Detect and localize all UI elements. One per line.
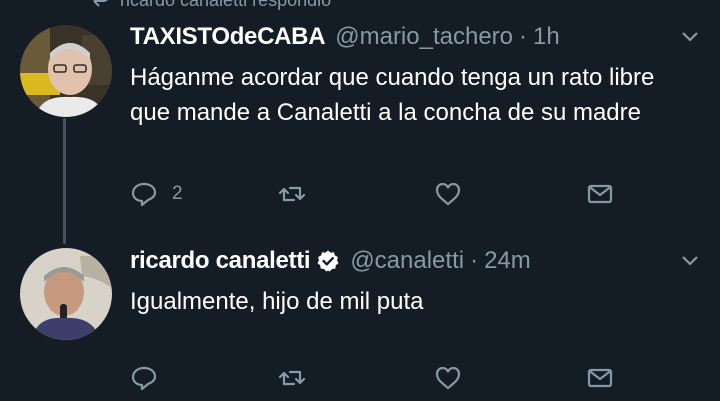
like-icon	[435, 182, 461, 206]
reply-icon	[131, 366, 157, 391]
thread-line	[63, 118, 66, 244]
retweet-icon	[278, 370, 306, 386]
display-name[interactable]: TAXISTOdeCABA	[130, 23, 326, 51]
timestamp[interactable]: 1h	[533, 23, 560, 51]
chevron-down-icon[interactable]	[680, 254, 700, 268]
avatar[interactable]	[20, 25, 112, 117]
reply-context-icon	[93, 0, 108, 7]
reply-context-text: ricardo canaletti respondió	[120, 0, 331, 11]
like-icon	[435, 366, 461, 390]
handle[interactable]: @canaletti	[350, 247, 464, 275]
retweet-button[interactable]	[278, 364, 306, 392]
message-button[interactable]	[586, 180, 614, 208]
verified-badge-icon	[317, 250, 339, 272]
tweet-header: TAXISTOdeCABA @mario_tachero · 1h	[130, 22, 560, 52]
separator: ·	[519, 23, 528, 50]
reply-context: ricardo canaletti respondió	[92, 0, 331, 10]
message-icon	[587, 184, 613, 204]
like-button[interactable]	[434, 364, 462, 392]
separator: ·	[470, 247, 479, 274]
tweet-text: Háganme acordar que cuando tenga un rato…	[130, 64, 655, 126]
reply-count: 2	[172, 183, 183, 204]
retweet-icon	[278, 186, 306, 202]
tweet-text: Igualmente, hijo de mil puta	[130, 288, 424, 315]
message-icon	[587, 368, 613, 388]
retweet-button[interactable]	[278, 180, 306, 208]
chevron-down-icon[interactable]	[680, 30, 700, 44]
timestamp[interactable]: 24m	[484, 247, 531, 275]
avatar[interactable]	[20, 248, 112, 340]
like-button[interactable]	[434, 180, 462, 208]
display-name[interactable]: ricardo canaletti	[130, 247, 311, 275]
tweet-header: ricardo canaletti @canaletti · 24m	[130, 246, 531, 276]
message-button[interactable]	[586, 364, 614, 392]
reply-button[interactable]: 2	[130, 180, 183, 208]
reply-icon	[131, 182, 157, 207]
reply-button[interactable]	[130, 364, 172, 392]
handle[interactable]: @mario_tachero	[335, 23, 513, 51]
